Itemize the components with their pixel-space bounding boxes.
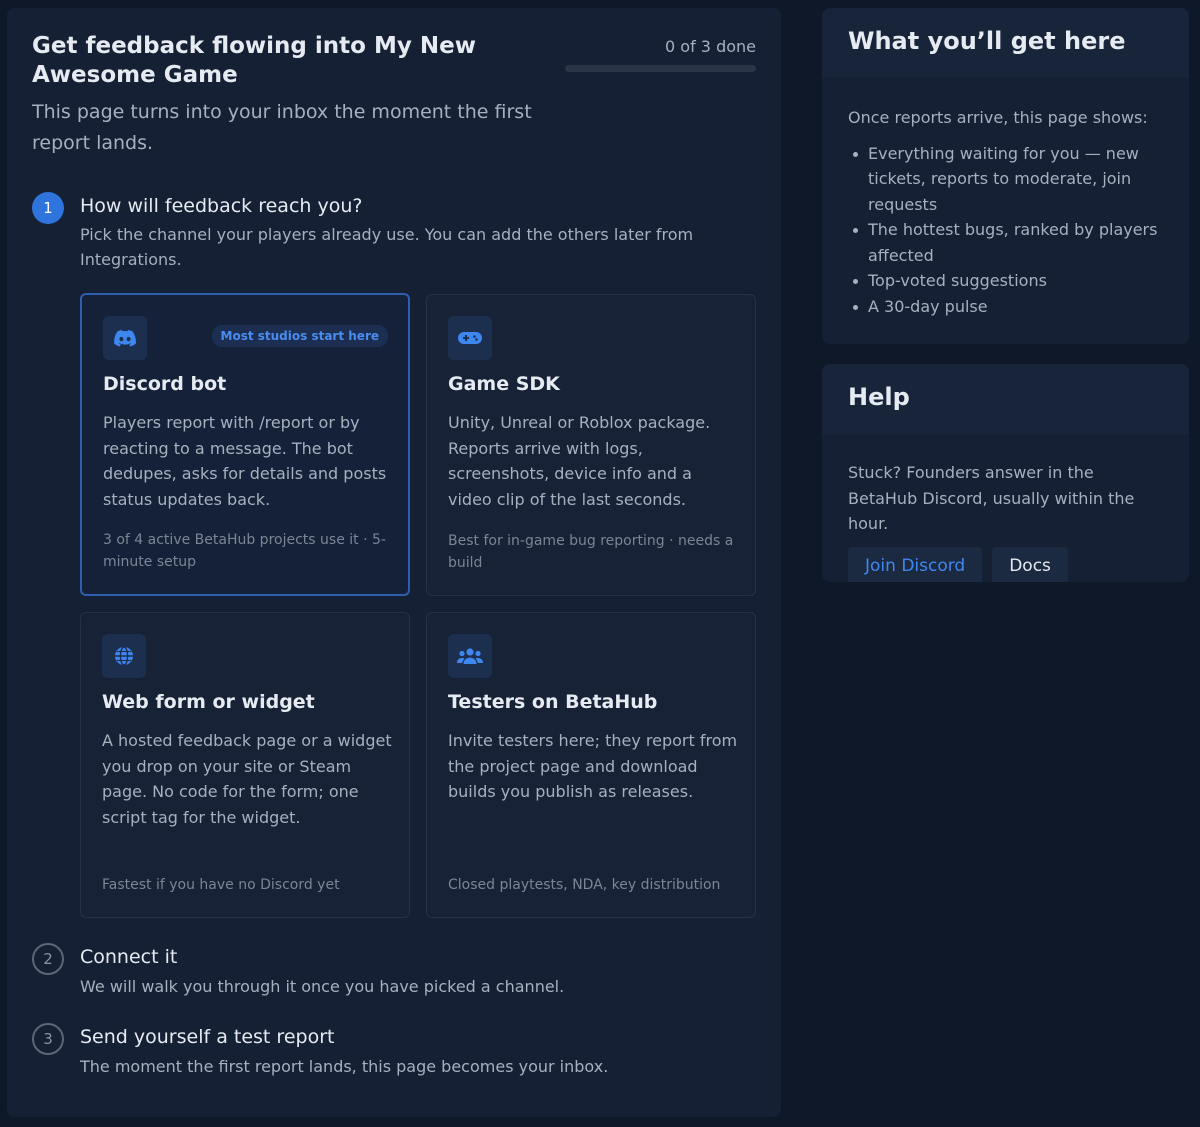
what-you-get-list: Everything waiting for you — new tickets… xyxy=(848,141,1163,320)
progress-text: 0 of 3 done xyxy=(665,37,756,56)
step-1-title: How will feedback reach you? xyxy=(80,195,363,217)
list-item: A 30-day pulse xyxy=(848,294,1163,320)
what-you-get-panel: What you’ll get here Once reports arrive… xyxy=(822,8,1189,344)
join-discord-button[interactable]: Join Discord xyxy=(848,546,983,582)
docs-button[interactable]: Docs xyxy=(992,546,1068,582)
discord-icon xyxy=(103,316,147,360)
channel-card-web-form[interactable]: Web form or widget A hosted feedback pag… xyxy=(80,612,410,918)
card-description: Players report with /report or by reacti… xyxy=(103,413,387,509)
card-title: Web form or widget xyxy=(102,691,315,713)
step-2-description: We will walk you through it once you hav… xyxy=(80,977,565,996)
step-3-description: The moment the first report lands, this … xyxy=(80,1057,609,1076)
card-footer: Closed playtests, NDA, key distribution xyxy=(448,877,721,893)
card-description: Unity, Unreal or Roblox package. Reports… xyxy=(448,413,711,509)
onboarding-panel: Get feedback flowing into My New Awesome… xyxy=(7,8,781,1117)
channel-card-testers[interactable]: Testers on BetaHub Invite testers here; … xyxy=(426,612,756,918)
card-title: Testers on BetaHub xyxy=(448,691,658,713)
card-description: Invite testers here; they report from th… xyxy=(448,731,738,801)
step-3-title: Send yourself a test report xyxy=(80,1026,335,1048)
users-icon xyxy=(448,634,492,678)
step-2-number: 2 xyxy=(32,943,64,975)
progress-bar xyxy=(565,65,756,72)
gamepad-icon xyxy=(448,316,492,360)
what-you-get-title: What you’ll get here xyxy=(822,8,1189,78)
step-1-description: Pick the channel your players already us… xyxy=(80,225,694,269)
card-footer: Best for in-game bug reporting · needs a… xyxy=(448,533,734,571)
page-subtitle: This page turns into your inbox the mome… xyxy=(32,101,532,154)
help-text: Stuck? Founders answer in the BetaHub Di… xyxy=(848,463,1135,533)
step-3-number: 3 xyxy=(32,1023,64,1055)
list-item: The hottest bugs, ranked by players affe… xyxy=(848,217,1163,268)
recommended-badge: Most studios start here xyxy=(211,325,388,347)
globe-icon xyxy=(102,634,146,678)
page-title: Get feedback flowing into My New Awesome… xyxy=(32,33,476,88)
help-title: Help xyxy=(822,364,1189,434)
card-description: A hosted feedback page or a widget you d… xyxy=(102,731,392,827)
step-1-number: 1 xyxy=(32,192,64,224)
channel-card-discord-bot[interactable]: Most studios start here Discord bot Play… xyxy=(80,293,410,596)
card-title: Discord bot xyxy=(103,373,227,395)
step-2-title: Connect it xyxy=(80,946,178,968)
what-you-get-intro: Once reports arrive, this page shows: xyxy=(848,108,1148,127)
list-item: Everything waiting for you — new tickets… xyxy=(848,141,1163,218)
list-item: Top-voted suggestions xyxy=(848,268,1163,294)
card-footer: 3 of 4 active BetaHub projects use it · … xyxy=(103,532,386,570)
card-title: Game SDK xyxy=(448,373,560,395)
card-footer: Fastest if you have no Discord yet xyxy=(102,877,340,893)
channel-card-game-sdk[interactable]: Game SDK Unity, Unreal or Roblox package… xyxy=(426,294,756,596)
help-panel: Help Stuck? Founders answer in the BetaH… xyxy=(822,364,1189,582)
